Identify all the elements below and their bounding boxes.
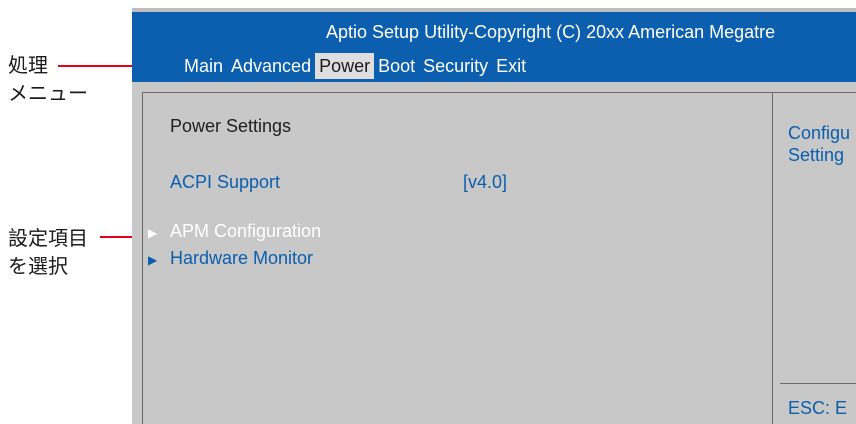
menu-boot[interactable]: Boot bbox=[374, 53, 419, 79]
help-line-2: Setting bbox=[788, 145, 845, 165]
help-text: Configu Setting bbox=[788, 122, 850, 166]
annotation-select-label: 設定項目 を選択 bbox=[8, 225, 88, 281]
submenu-arrow-icon: ▶ bbox=[148, 226, 158, 240]
menu-advanced[interactable]: Advanced bbox=[227, 53, 315, 79]
bios-header: Aptio Setup Utility-Copyright (C) 20xx A… bbox=[132, 12, 856, 82]
help-footer-divider bbox=[780, 383, 856, 384]
esc-hint: ESC: E bbox=[788, 398, 848, 418]
help-line-1: Configu bbox=[788, 123, 851, 143]
menu-main[interactable]: Main bbox=[180, 53, 227, 79]
help-divider bbox=[772, 92, 773, 424]
menu-exit[interactable]: Exit bbox=[492, 53, 530, 79]
main-menu: Main Advanced Power Boot Security Exit bbox=[180, 52, 530, 80]
hardware-monitor-item[interactable]: Hardware Monitor bbox=[170, 248, 313, 269]
annotation-select-line1: 設定項目 bbox=[8, 228, 88, 250]
bios-title: Aptio Setup Utility-Copyright (C) 20xx A… bbox=[326, 22, 776, 42]
annotation-select-line2: を選択 bbox=[8, 256, 68, 278]
submenu-arrow-icon: ▶ bbox=[148, 253, 158, 267]
section-title: Power Settings bbox=[170, 116, 292, 136]
acpi-support-item[interactable]: ACPI Support bbox=[170, 172, 280, 193]
bios-screen: Aptio Setup Utility-Copyright (C) 20xx A… bbox=[132, 8, 856, 424]
annotation-menu-line2: メニュー bbox=[8, 83, 88, 105]
acpi-support-value[interactable]: [v4.0] bbox=[463, 172, 507, 193]
apm-configuration-item[interactable]: APM Configuration bbox=[170, 221, 321, 242]
menu-power[interactable]: Power bbox=[315, 53, 375, 79]
callout-line-menu bbox=[58, 65, 136, 67]
annotation-menu-label: 処理 メニュー bbox=[8, 52, 88, 108]
menu-security[interactable]: Security bbox=[419, 53, 492, 79]
